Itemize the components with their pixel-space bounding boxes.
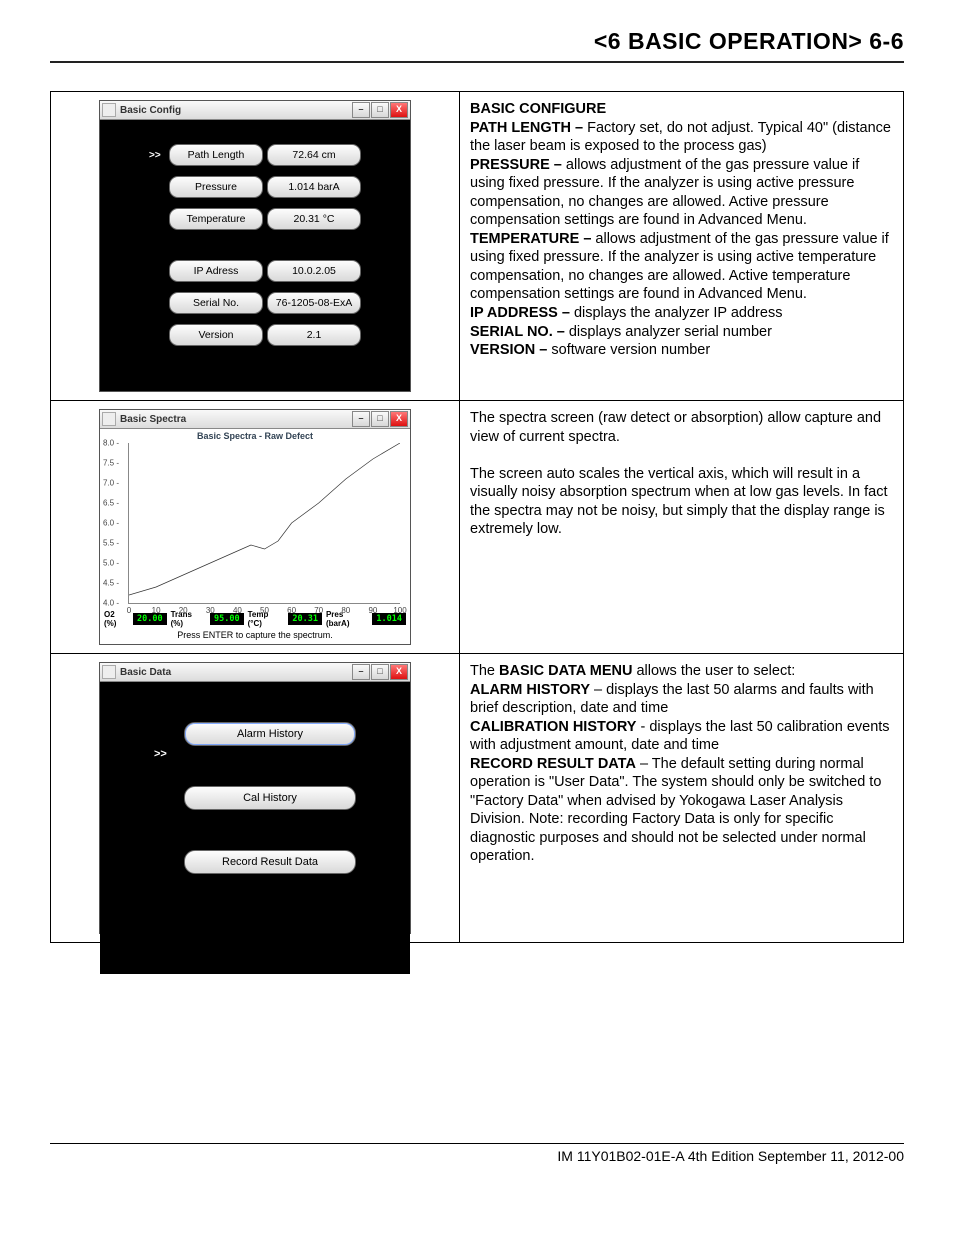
y-tick-label: 7.5 -: [103, 459, 119, 468]
desc-item: TEMPERATURE – allows adjustment of the g…: [470, 230, 893, 304]
y-tick-label: 4.0 -: [103, 599, 119, 608]
desc-item: CALIBRATION HISTORY - displays the last …: [470, 718, 893, 755]
basic-data-window: Basic Data – □ X >> Alarm History Cal Hist…: [99, 662, 411, 934]
basic-data-desc: The BASIC DATA MENU allows the user to s…: [460, 654, 904, 943]
maximize-icon[interactable]: □: [371, 411, 389, 427]
basic-config-window: Basic Config – □ X >> Path Length72.64 cm…: [99, 100, 411, 392]
config-form: >> Path Length72.64 cmPressure1.014 barAT…: [108, 144, 402, 346]
path-length-button[interactable]: Path Length: [169, 144, 263, 166]
page-footer-area: IM 11Y01B02-01E-A 4th Edition September …: [50, 1143, 904, 1164]
data-body: >> Alarm History Cal History Record Result …: [100, 682, 410, 974]
window-title: Basic Data: [120, 667, 171, 678]
record-result-data-button[interactable]: Record Result Data: [184, 850, 356, 874]
basic-spectra-window: Basic Spectra – □ X Basic Spectra - Raw …: [99, 409, 411, 645]
x-tick-label: 50: [260, 606, 269, 615]
status-value: 20.00: [133, 613, 167, 625]
version-button[interactable]: Version: [169, 324, 263, 346]
content-table: Basic Config – □ X >> Path Length72.64 cm…: [50, 91, 904, 943]
serial-no--value[interactable]: 76-1205-08-ExA: [267, 292, 361, 314]
capture-hint: Press ENTER to capture the spectrum.: [100, 629, 410, 644]
lead-text: allows the user to select:: [632, 663, 795, 679]
x-tick-label: 100: [393, 606, 406, 615]
desc-item: VERSION – software version number: [470, 341, 893, 360]
selector-arrow-icon: >>: [149, 150, 165, 161]
y-tick-label: 6.5 -: [103, 499, 119, 508]
x-tick-label: 70: [314, 606, 323, 615]
path-length-value[interactable]: 72.64 cm: [267, 144, 361, 166]
lead-text: The: [470, 663, 499, 679]
close-icon[interactable]: X: [390, 411, 408, 427]
header-rule: [50, 61, 904, 63]
minimize-icon[interactable]: –: [352, 411, 370, 427]
window-titlebar: Basic Config – □ X: [100, 101, 410, 120]
selector-arrow-icon: >>: [154, 748, 170, 760]
x-tick-label: 30: [206, 606, 215, 615]
status-label: O2 (%): [104, 610, 129, 628]
y-tick-label: 5.5 -: [103, 539, 119, 548]
pressure-button[interactable]: Pressure: [169, 176, 263, 198]
y-tick-label: 4.5 -: [103, 579, 119, 588]
window-titlebar: Basic Spectra – □ X: [100, 410, 410, 429]
x-tick-label: 0: [127, 606, 131, 615]
minimize-icon[interactable]: –: [352, 102, 370, 118]
desc-item: ALARM HISTORY – displays the last 50 ala…: [470, 681, 893, 718]
ip-adress-value[interactable]: 10.0.2.05: [267, 260, 361, 282]
app-icon: [102, 665, 116, 679]
y-tick-label: 5.0 -: [103, 559, 119, 568]
desc-paragraph: The screen auto scales the vertical axis…: [470, 465, 893, 539]
temperature-value[interactable]: 20.31 °C: [267, 208, 361, 230]
minimize-icon[interactable]: –: [352, 664, 370, 680]
window-titlebar: Basic Data – □ X: [100, 663, 410, 682]
basic-configure-desc: BASIC CONFIGURE PATH LENGTH – Factory se…: [460, 92, 904, 401]
maximize-icon[interactable]: □: [371, 664, 389, 680]
status-bar: O2 (%)20.00Trans (%)95.00Temp (°C)20.31P…: [100, 606, 410, 629]
desc-item: PRESSURE – allows adjustment of the gas …: [470, 156, 893, 230]
window-title: Basic Config: [120, 105, 181, 116]
x-tick-label: 80: [341, 606, 350, 615]
temperature-button[interactable]: Temperature: [169, 208, 263, 230]
y-tick-label: 7.0 -: [103, 479, 119, 488]
desc-item: RECORD RESULT DATA – The default setting…: [470, 755, 893, 866]
pressure-value[interactable]: 1.014 barA: [267, 176, 361, 198]
desc-item: SERIAL NO. – displays analyzer serial nu…: [470, 323, 893, 342]
plot-title: Basic Spectra - Raw Defect: [100, 429, 410, 441]
status-label: Trans (%): [171, 610, 206, 628]
desc-item: IP ADDRESS – displays the analyzer IP ad…: [470, 304, 893, 323]
version-value[interactable]: 2.1: [267, 324, 361, 346]
basic-spectra-desc: The spectra screen (raw detect or absorp…: [460, 401, 904, 654]
app-icon: [102, 103, 116, 117]
x-tick-label: 60: [287, 606, 296, 615]
footer-rule: [50, 1143, 904, 1144]
x-tick-label: 90: [368, 606, 377, 615]
y-tick-label: 8.0 -: [103, 439, 119, 448]
spectra-plot: 4.0 -4.5 -5.0 -5.5 -6.0 -6.5 -7.0 -7.5 -…: [128, 443, 400, 604]
desc-item: PATH LENGTH – Factory set, do not adjust…: [470, 119, 893, 156]
footer-text: IM 11Y01B02-01E-A 4th Edition September …: [557, 1148, 904, 1164]
alarm-history-button[interactable]: Alarm History: [184, 722, 356, 746]
close-icon[interactable]: X: [390, 102, 408, 118]
x-tick-label: 10: [152, 606, 161, 615]
page-header: <6 BASIC OPERATION> 6-6: [50, 28, 904, 61]
desc-title: BASIC CONFIGURE: [470, 101, 606, 117]
spectra-body: Basic Spectra - Raw Defect 4.0 -4.5 -5.0…: [100, 429, 410, 644]
serial-no--button[interactable]: Serial No.: [169, 292, 263, 314]
x-tick-label: 40: [233, 606, 242, 615]
app-icon: [102, 412, 116, 426]
lead-bold: BASIC DATA MENU: [499, 663, 632, 679]
window-title: Basic Spectra: [120, 414, 186, 425]
close-icon[interactable]: X: [390, 664, 408, 680]
x-tick-label: 20: [179, 606, 188, 615]
desc-paragraph: The spectra screen (raw detect or absorp…: [470, 409, 893, 446]
maximize-icon[interactable]: □: [371, 102, 389, 118]
ip-adress-button[interactable]: IP Adress: [169, 260, 263, 282]
cal-history-button[interactable]: Cal History: [184, 786, 356, 810]
y-tick-label: 6.0 -: [103, 519, 119, 528]
